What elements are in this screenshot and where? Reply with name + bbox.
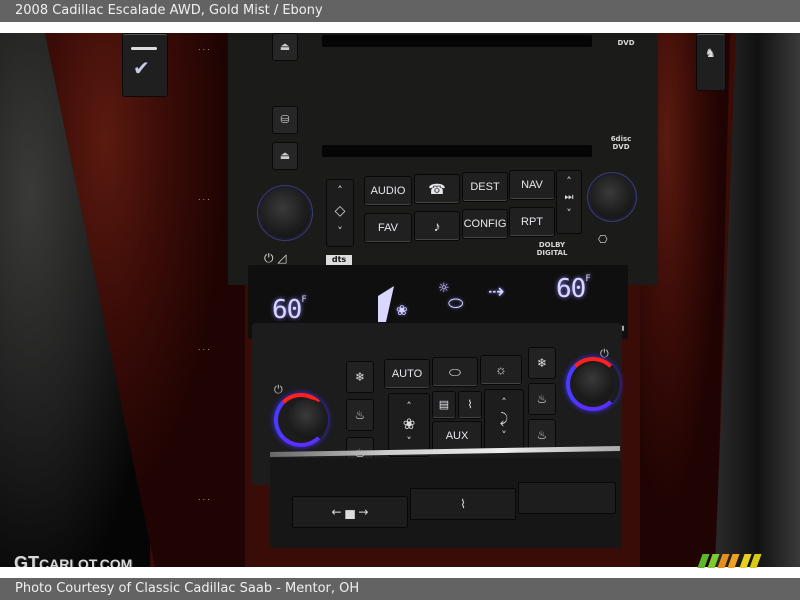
left-temp-readout: 60F: [272, 295, 307, 325]
gtcarlot-watermark: GTCARLOT.COM: [14, 553, 132, 567]
seat-cool-icon: ❄: [354, 370, 366, 384]
fav-button[interactable]: FAV: [364, 213, 412, 243]
fan-speed-rocker[interactable]: ˄ ❀ ˅: [388, 393, 430, 457]
airflow-mode-icon: ⇢: [488, 279, 505, 303]
chevron-down-icon: ˅: [566, 207, 572, 220]
seat-belt-icon: ♞: [705, 46, 716, 60]
eject-icon: ⏏: [279, 149, 291, 162]
dolby-logo: DOLBY DIGITAL: [530, 241, 574, 257]
fan-level-fill: [378, 286, 394, 322]
seat-cool-icon: ❄: [536, 356, 548, 370]
chevron-down-icon: ˅: [406, 435, 412, 448]
disc-icon: ⛁: [280, 113, 290, 126]
disc-button[interactable]: ⛁: [272, 106, 298, 134]
recirculation-icon: ⬭: [448, 293, 464, 314]
check-icon: ✔: [133, 56, 150, 80]
blank-button[interactable]: [518, 482, 616, 514]
eject-top-button[interactable]: ⏏: [272, 33, 298, 61]
seat-heat-icon: ♨: [354, 408, 366, 422]
pedal-adjust-button[interactable]: ← ▅ →: [292, 496, 408, 528]
right-seat-cool-button[interactable]: ❄: [528, 347, 556, 379]
chevron-up-icon: ˄: [566, 175, 572, 188]
left-seat-heat-button[interactable]: ♨: [346, 399, 374, 431]
airflow-mode-rocker[interactable]: ˄ ⤸ ˅: [484, 389, 524, 453]
rear-defrost-button[interactable]: ▤: [432, 391, 456, 419]
digital-label: DIGITAL: [536, 249, 568, 257]
left-seat-cool-button[interactable]: ❄: [346, 361, 374, 393]
dolby-label: DOLBY: [538, 241, 566, 249]
photo-bottom-gap: [0, 567, 800, 578]
dvd-logo: DVD: [617, 39, 635, 47]
pedal-tray: ← ▅ → ⌇: [270, 458, 622, 548]
seek-diamond-icon: ◇: [334, 203, 346, 219]
left-temp-value: 60: [272, 295, 302, 325]
seat-back-heat-icon: ♨: [536, 428, 548, 442]
phone-button[interactable]: ☎: [414, 174, 460, 204]
aux-climate-button[interactable]: AUX: [432, 421, 482, 451]
decorative-dots: ...: [198, 43, 212, 52]
temp-unit: F: [585, 274, 591, 284]
left-side-button[interactable]: ✔: [122, 33, 168, 97]
tune-knob[interactable]: [590, 175, 634, 219]
title-bar: 2008 Cadillac Escalade AWD, Gold Mist / …: [0, 0, 800, 22]
power-icon-left: ⏻: [274, 383, 283, 396]
airflow-mode-icon: ⤸: [499, 411, 509, 427]
rpt-button[interactable]: RPT: [509, 207, 555, 237]
recirculation-button[interactable]: ⬭: [432, 357, 478, 387]
gtcarlot-stripes-logo: [697, 554, 774, 568]
eject-bottom-button[interactable]: ⏏: [272, 142, 298, 170]
chevron-down-icon: ˅: [501, 429, 507, 442]
track-rocker[interactable]: ˄ ⏭ ˅: [556, 170, 582, 234]
right-side-button[interactable]: ♞: [696, 33, 726, 91]
credit-bar: Photo Courtesy of Classic Cadillac Saab …: [0, 578, 800, 600]
heated-mirror-button[interactable]: ⌇: [410, 488, 516, 520]
dts-logo: dts: [326, 255, 352, 265]
temp-unit: F: [301, 295, 307, 305]
decorative-dots: ...: [198, 493, 212, 502]
power-volume-icon: ⏻ ◿: [264, 251, 287, 265]
music-button[interactable]: ♪: [414, 211, 460, 241]
vehicle-photo: ... ... ... ... ✔ ♞ DVD 6disc DVD ⏏ ⛁ ⏏ …: [0, 33, 800, 567]
left-temp-knob[interactable]: [288, 399, 328, 439]
nav-button[interactable]: NAV: [509, 170, 555, 200]
fan-icon: ❀: [402, 415, 416, 433]
chevron-down-icon: ˅: [337, 225, 343, 238]
listing-title: 2008 Cadillac Escalade AWD, Gold Mist / …: [15, 3, 323, 18]
dvd-slot-top: [322, 35, 592, 47]
decorative-dots: ...: [198, 343, 212, 352]
auto-button[interactable]: AUTO: [384, 359, 430, 389]
dest-button[interactable]: DEST: [462, 172, 508, 202]
audio-button[interactable]: AUDIO: [364, 176, 412, 206]
chevron-up-icon: ˄: [501, 396, 507, 409]
dvd-slot-bottom: [322, 145, 592, 157]
chevron-up-icon: ˄: [406, 400, 412, 413]
watermark-carlot: CARLOT.COM: [39, 556, 133, 567]
front-defrost-button[interactable]: ⌇: [458, 391, 482, 419]
config-button[interactable]: CONFIG: [462, 209, 508, 239]
seat-heat-icon: ♨: [536, 392, 548, 406]
chevron-up-icon: ˄: [337, 184, 343, 197]
photo-credit: Photo Courtesy of Classic Cadillac Saab …: [15, 581, 360, 596]
right-seat-heat-button[interactable]: ♨: [528, 383, 556, 415]
skip-track-icon: ⏭: [564, 192, 574, 203]
right-temp-readout: 60F: [556, 274, 591, 304]
volume-knob[interactable]: [260, 188, 310, 238]
six-disc-dvd-logo: 6disc DVD: [610, 135, 632, 151]
eject-icon: ⏏: [279, 40, 291, 53]
decorative-dots: ...: [198, 193, 212, 202]
aux-icon: ⎔: [598, 233, 608, 246]
button-glint: [131, 47, 157, 50]
tune-rocker[interactable]: ˄ ◇ ˅: [326, 179, 354, 247]
radio-unit: DVD 6disc DVD ⏏ ⛁ ⏏ ⏻ ◿ ˄ ◇ ˅ AUDIO ☎ DE…: [228, 33, 658, 285]
sun-sensor-button[interactable]: ☼: [480, 355, 522, 385]
watermark-gt: GT: [14, 553, 39, 567]
right-temp-knob[interactable]: [574, 363, 614, 403]
fan-icon: ❀: [396, 303, 408, 319]
right-temp-value: 60: [556, 274, 586, 304]
fan-level-bar: [378, 286, 394, 322]
